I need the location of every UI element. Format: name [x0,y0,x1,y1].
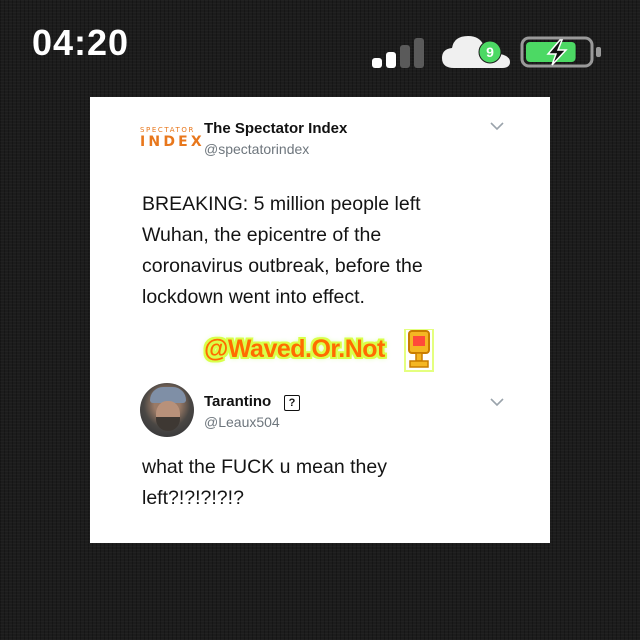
notification-count: 9 [486,44,494,60]
reply-author-name[interactable]: Tarantino [204,393,271,410]
logo-big-text: INDEX [140,134,205,150]
reply-author-handle[interactable]: @Leaux504 [204,414,280,430]
tweet-screenshot-card: SPECTATOR INDEX The Spectator Index @spe… [90,97,550,543]
tweet-line: lockdown went into effect. [142,286,365,308]
tweet-text: BREAKING: 5 million people left Wuhan, t… [142,189,502,313]
signal-bar [414,38,424,68]
trophy-icon [404,329,434,372]
author-name[interactable]: The Spectator Index [204,120,347,137]
reply-text: what the FUCK u mean they left?!?!?!?!? [142,452,502,514]
status-time: 04:20 [32,22,130,63]
signal-bar [400,45,410,68]
reply-line: what the FUCK u mean they [142,456,387,478]
spectator-index-logo: SPECTATOR INDEX [140,126,204,152]
avatar-beard [156,417,180,431]
question-mark-badge-icon: ? [284,395,300,411]
avatar[interactable] [140,383,194,437]
reply-header: Tarantino ? @Leaux504 [90,379,550,443]
watermark-text: @Waved.Or.Not [204,335,385,363]
tweet-line: coronavirus outbreak, before the [142,255,423,277]
status-bar: 04:20 9 [0,0,640,90]
tweet-line: Wuhan, the epicentre of the [142,224,382,246]
cloud-notification-icon: 9 [442,36,510,68]
chevron-down-icon[interactable] [490,397,504,407]
signal-bar [372,58,382,68]
tweet-line: BREAKING: 5 million people left [142,193,421,215]
logo-small-text: SPECTATOR [140,126,196,134]
battery-icon [520,36,601,68]
reply-line: left?!?!?!?!? [142,487,244,509]
tweet-header: SPECTATOR INDEX The Spectator Index @spe… [90,97,550,167]
signal-bar [386,52,396,68]
signal-strength-icon [372,36,432,68]
author-handle[interactable]: @spectatorindex [204,141,309,157]
chevron-down-icon[interactable] [490,121,504,131]
